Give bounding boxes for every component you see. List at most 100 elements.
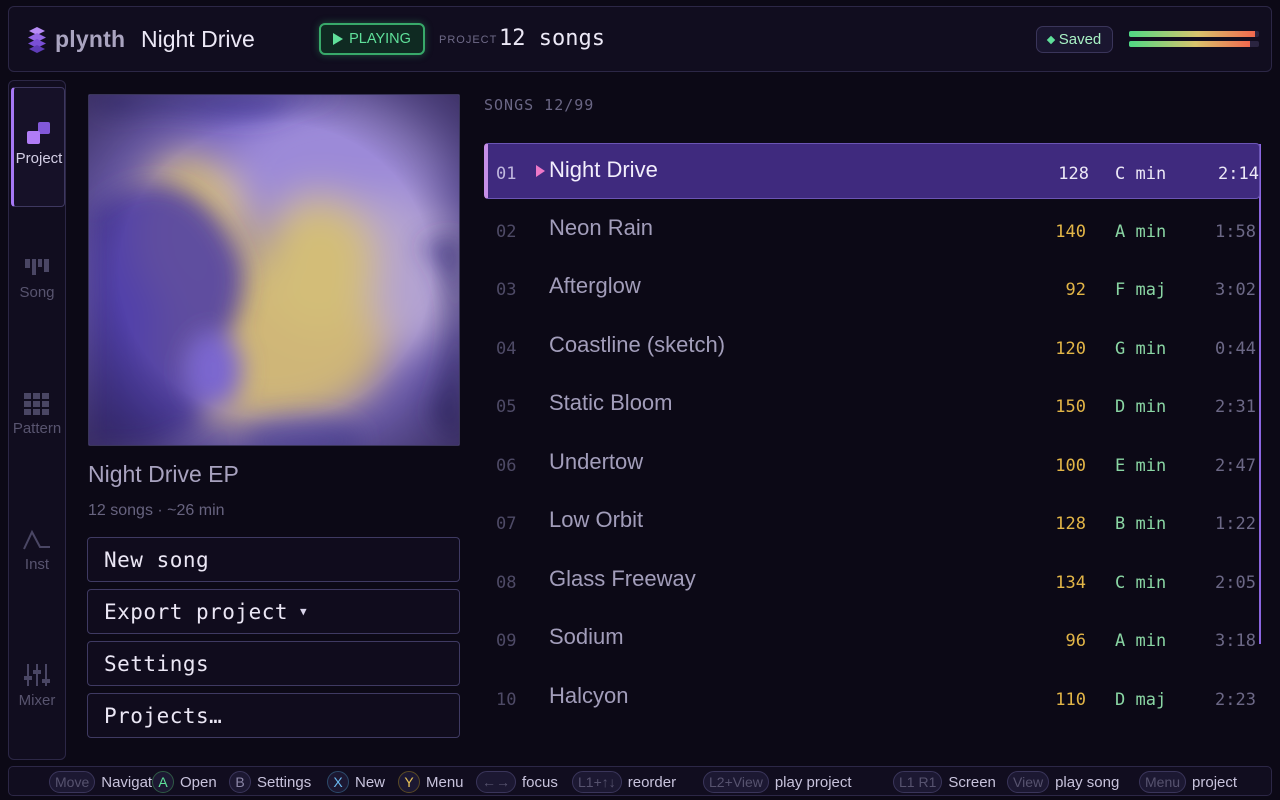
project-label: PROJECT (439, 34, 498, 46)
song-duration: 3:18 (1215, 631, 1256, 651)
song-name: Neon Rain (549, 215, 653, 240)
project-icon (25, 121, 53, 150)
new-song-label: New song (104, 547, 210, 572)
song-duration: 1:58 (1215, 222, 1256, 242)
nav-item-mixer[interactable]: Mixer (9, 631, 65, 751)
project-song-count: 12 songs (499, 26, 605, 51)
hint-new: X New (327, 771, 385, 793)
saved-label: Saved (1058, 31, 1102, 48)
hint-key: Move (49, 771, 96, 793)
settings-button[interactable]: Settings (87, 641, 460, 686)
hint-key: L1 R1 (893, 771, 943, 793)
settings-label: Settings (104, 651, 210, 676)
song-name: Night Drive (549, 157, 658, 182)
nav-item-song[interactable]: Song (9, 223, 65, 343)
hint-play-project: L2+View play project (703, 771, 852, 793)
play-icon (333, 33, 344, 45)
song-name: Low Orbit (549, 507, 644, 532)
instrument-icon (23, 529, 51, 556)
song-row[interactable]: 07 Low Orbit 128 B min 1:22 (484, 494, 1260, 550)
hint-settings: B Settings (229, 771, 311, 793)
song-row[interactable]: 09 Sodium 96 A min 3:18 (484, 611, 1260, 667)
level-meter-left-fill (1129, 31, 1256, 37)
album-title: Night Drive EP (88, 461, 239, 487)
song-duration: 2:05 (1215, 573, 1256, 593)
song-row[interactable]: 06 Undertow 100 E min 2:47 (484, 436, 1260, 492)
hint-key: Menu (1139, 771, 1187, 793)
song-key: D min (1115, 397, 1167, 417)
song-row[interactable]: 10 Halcyon 110 D maj 2:23 (484, 670, 1260, 726)
song-number: 01 (496, 164, 517, 184)
song-number: 05 (496, 397, 517, 417)
nav-label-project: Project (15, 150, 63, 167)
nav-item-pattern[interactable]: Pattern (9, 359, 65, 479)
song-bpm: 134 (1055, 573, 1086, 593)
hint-key: View (1007, 771, 1050, 793)
saved-badge: Saved (1036, 26, 1113, 53)
projects-button[interactable]: Projects… (87, 693, 460, 738)
album-artwork (88, 94, 460, 446)
hint-label: play project (774, 773, 852, 791)
song-key: G min (1115, 339, 1167, 359)
song-duration: 2:31 (1215, 397, 1256, 417)
song-number: 03 (496, 280, 517, 300)
song-key: C min (1115, 573, 1167, 593)
top-bar: plynth Night Drive PLAYING PROJECT 12 so… (8, 6, 1272, 72)
hint-label: reorder (627, 773, 677, 791)
song-bpm: 92 (1065, 280, 1086, 300)
hint-label: play song (1055, 773, 1120, 791)
y-button-icon: Y (398, 771, 420, 793)
nav-item-project[interactable]: Project (11, 87, 65, 207)
songs-header: SONGS 12/99 (484, 96, 595, 114)
controls-hint-bar: Move Navigate A Open B Settings X New Y … (8, 766, 1272, 796)
hint-focus: ←→ focus (476, 771, 558, 793)
export-project-label: Export project (104, 599, 289, 624)
song-duration: 2:14 (1218, 164, 1259, 184)
song-number: 07 (496, 514, 517, 534)
song-name: Halcyon (549, 683, 629, 708)
song-bpm: 150 (1055, 397, 1086, 417)
song-duration: 1:22 (1215, 514, 1256, 534)
song-duration: 0:44 (1215, 339, 1256, 359)
song-row[interactable]: 02 Neon Rain 140 A min 1:58 (484, 202, 1260, 258)
hint-label: Settings (257, 773, 312, 791)
playing-status-button[interactable]: PLAYING (319, 23, 425, 55)
logo: plynth (26, 25, 125, 53)
song-number: 04 (496, 339, 517, 359)
song-key: E min (1115, 456, 1167, 476)
new-song-button[interactable]: New song (87, 537, 460, 582)
hint-project: Menu project (1139, 771, 1237, 793)
chevron-down-icon: ▼ (300, 605, 308, 618)
song-row[interactable]: 01 Night Drive 128 C min 2:14 (484, 143, 1260, 199)
hint-menu: Y Menu (398, 771, 464, 793)
song-row[interactable]: 04 Coastline (sketch) 120 G min 0:44 (484, 319, 1260, 375)
song-bpm: 140 (1055, 222, 1086, 242)
song-row[interactable]: 08 Glass Freeway 134 C min 2:05 (484, 553, 1260, 609)
song-duration: 2:23 (1215, 690, 1256, 710)
nav-item-inst[interactable]: Inst (9, 495, 65, 615)
song-name: Static Bloom (549, 390, 673, 415)
saved-dot-icon (1046, 35, 1055, 44)
logo-text: plynth (55, 25, 126, 52)
hint-play-song: View play song (1007, 771, 1119, 793)
song-bpm: 128 (1058, 164, 1089, 184)
song-number: 08 (496, 573, 517, 593)
hint-label: Menu (426, 773, 464, 791)
song-key: A min (1115, 222, 1167, 242)
song-key: C min (1115, 164, 1167, 184)
hint-key: L2+View (703, 771, 769, 793)
nav-label-pattern: Pattern (12, 420, 62, 437)
level-meter-right (1129, 41, 1259, 47)
song-key: D maj (1115, 690, 1167, 710)
now-playing-icon (536, 165, 545, 177)
song-row[interactable]: 05 Static Bloom 150 D min 2:31 (484, 377, 1260, 433)
a-button-icon: A (152, 771, 174, 793)
level-meter-left (1129, 31, 1259, 37)
current-song-title: Night Drive (141, 26, 255, 52)
level-meter-right-fill (1129, 41, 1250, 47)
export-project-button[interactable]: Export project ▼ (87, 589, 460, 634)
x-button-icon: X (327, 771, 349, 793)
hint-key: ←→ (476, 771, 516, 793)
song-row[interactable]: 03 Afterglow 92 F maj 3:02 (484, 260, 1260, 316)
song-bpm: 120 (1055, 339, 1086, 359)
